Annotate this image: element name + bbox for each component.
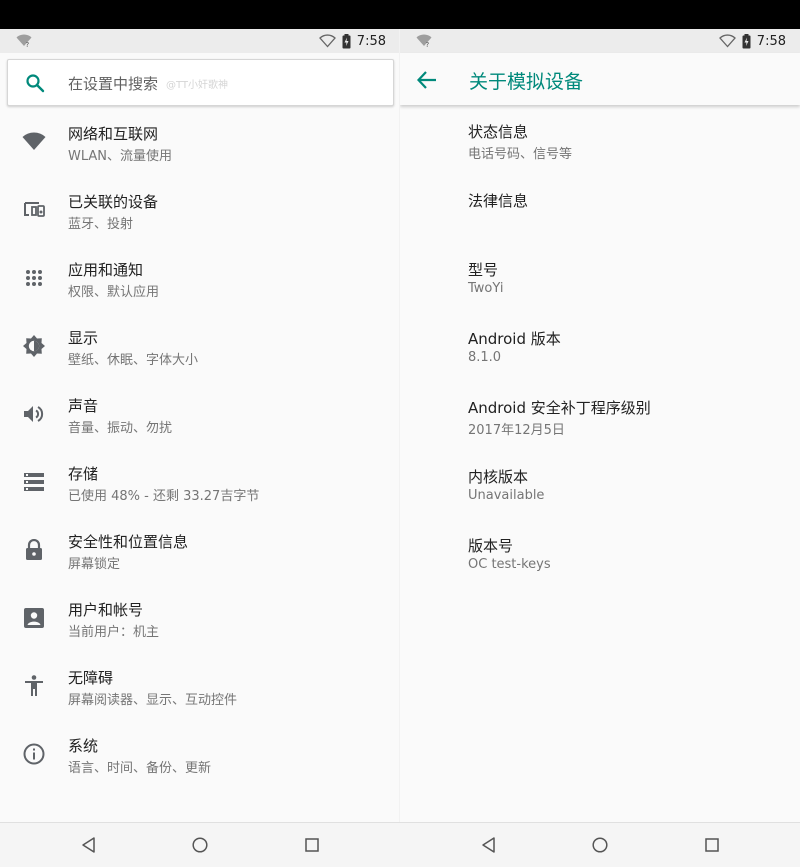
search-bar[interactable]: 在设置中搜索 @TT小奸歌神 <box>7 59 394 106</box>
settings-pane: ? 7:58 在设置中搜索 @TT小奸歌神 网络和互联网 WLAN、流量使用 已… <box>0 29 400 822</box>
page-title: 关于模拟设备 <box>469 71 584 93</box>
item-subtitle: 屏幕阅读器、显示、互动控件 <box>68 693 238 708</box>
settings-item-accessibility[interactable]: 无障碍 屏幕阅读器、显示、互动控件 <box>0 651 400 719</box>
navigation-bar <box>0 822 800 867</box>
item-title: 应用和通知 <box>68 261 144 279</box>
about-item-status[interactable]: 状态信息 电话号码、信号等 <box>400 117 800 186</box>
settings-item-display[interactable]: 显示 壁纸、休眠、字体大小 <box>0 311 400 379</box>
wifi-no-internet-icon: ? <box>416 34 432 48</box>
nav-home-icon[interactable] <box>191 836 209 854</box>
storage-icon <box>21 469 47 495</box>
item-title: 法律信息 <box>468 192 529 210</box>
status-right: 7:58 <box>718 32 786 50</box>
settings-item-system[interactable]: 系统 语言、时间、备份、更新 <box>0 719 400 787</box>
lock-icon <box>21 537 47 563</box>
item-title: 版本号 <box>468 537 514 555</box>
item-title: 用户和帐号 <box>68 601 144 619</box>
item-subtitle: 蓝牙、投射 <box>68 217 134 232</box>
about-list: 状态信息 电话号码、信号等 法律信息 型号 TwoYi Android 版本 8… <box>400 117 800 600</box>
battery-icon <box>342 33 351 48</box>
back-arrow-icon[interactable] <box>416 69 438 91</box>
top-black-bar <box>0 0 800 29</box>
nav-home-icon[interactable] <box>591 836 609 854</box>
app-bar: 关于模拟设备 <box>400 53 800 105</box>
volume-icon <box>21 401 47 427</box>
item-title: 系统 <box>68 737 99 755</box>
settings-item-apps[interactable]: 应用和通知 权限、默认应用 <box>0 243 400 311</box>
nav-back-icon[interactable] <box>480 836 498 854</box>
item-subtitle: 语言、时间、备份、更新 <box>68 761 212 776</box>
status-right: 7:58 <box>318 32 386 50</box>
item-title: 网络和互联网 <box>68 125 159 143</box>
item-title: Android 安全补丁程序级别 <box>468 399 651 417</box>
item-title: 显示 <box>68 329 99 347</box>
settings-list: 网络和互联网 WLAN、流量使用 已关联的设备 蓝牙、投射 应用和通知 权限、默… <box>0 107 400 787</box>
about-pane: ? 7:58 关于模拟设备 状态信息 电话号码、信号等 法律信息 型号 TwoY… <box>400 29 800 822</box>
item-subtitle: 2017年12月5日 <box>468 423 565 438</box>
settings-item-connected-devices[interactable]: 已关联的设备 蓝牙、投射 <box>0 175 400 243</box>
settings-item-sound[interactable]: 声音 音量、振动、勿扰 <box>0 379 400 447</box>
status-bar: ? 7:58 <box>0 29 400 53</box>
item-subtitle: TwoYi <box>468 281 504 296</box>
settings-item-accounts[interactable]: 用户和帐号 当前用户：机主 <box>0 583 400 651</box>
item-subtitle: 音量、振动、勿扰 <box>68 421 173 436</box>
item-title: 声音 <box>68 397 99 415</box>
settings-item-security[interactable]: 安全性和位置信息 屏幕锁定 <box>0 515 400 583</box>
item-subtitle: 权限、默认应用 <box>68 285 160 300</box>
nav-recents-icon[interactable] <box>703 836 721 854</box>
nav-back-icon[interactable] <box>80 836 98 854</box>
wifi-no-internet-icon: ? <box>16 34 32 48</box>
status-time: 7:58 <box>756 33 786 49</box>
item-subtitle: Unavailable <box>468 488 545 503</box>
nav-recents-icon[interactable] <box>303 836 321 854</box>
about-item-build-number[interactable]: 版本号 OC test-keys <box>400 531 800 600</box>
settings-item-storage[interactable]: 存储 已使用 48% - 还剩 33.27吉字节 <box>0 447 400 515</box>
connected-devices-icon <box>21 197 47 223</box>
status-time: 7:58 <box>356 33 386 49</box>
status-bar: ? 7:58 <box>400 29 800 53</box>
about-item-security-patch[interactable]: Android 安全补丁程序级别 2017年12月5日 <box>400 393 800 462</box>
item-subtitle: OC test-keys <box>468 557 551 572</box>
about-item-kernel[interactable]: 内核版本 Unavailable <box>400 462 800 531</box>
item-subtitle: 壁纸、休眠、字体大小 <box>68 353 199 368</box>
item-subtitle: 当前用户：机主 <box>68 625 160 640</box>
wifi-outline-icon <box>318 34 336 48</box>
search-icon <box>26 74 45 93</box>
item-subtitle: 屏幕锁定 <box>68 557 121 572</box>
account-icon <box>21 605 47 631</box>
item-subtitle: WLAN、流量使用 <box>68 149 173 164</box>
info-icon <box>21 741 47 767</box>
item-subtitle: 电话号码、信号等 <box>468 147 573 162</box>
item-title: 安全性和位置信息 <box>68 533 189 551</box>
wifi-outline-icon <box>718 34 736 48</box>
watermark: @TT小奸歌神 <box>166 80 229 91</box>
item-title: 存储 <box>68 465 99 483</box>
item-title: 内核版本 <box>468 468 529 486</box>
item-subtitle: 已使用 48% - 还剩 33.27吉字节 <box>68 489 260 504</box>
wifi-icon <box>21 129 47 155</box>
apps-icon <box>21 265 47 291</box>
battery-icon <box>742 33 751 48</box>
accessibility-icon <box>21 673 47 699</box>
about-item-legal[interactable]: 法律信息 <box>400 186 800 255</box>
search-placeholder: 在设置中搜索 <box>68 75 159 93</box>
svg-text:?: ? <box>26 41 30 48</box>
about-item-model[interactable]: 型号 TwoYi <box>400 255 800 324</box>
svg-text:?: ? <box>426 41 430 48</box>
item-title: 无障碍 <box>68 669 114 687</box>
item-subtitle: 8.1.0 <box>468 350 502 365</box>
about-item-android-version[interactable]: Android 版本 8.1.0 <box>400 324 800 393</box>
brightness-icon <box>21 333 47 359</box>
item-title: 状态信息 <box>468 123 529 141</box>
item-title: 已关联的设备 <box>68 193 159 211</box>
settings-item-network[interactable]: 网络和互联网 WLAN、流量使用 <box>0 107 400 175</box>
item-title: 型号 <box>468 261 499 279</box>
item-title: Android 版本 <box>468 330 561 348</box>
